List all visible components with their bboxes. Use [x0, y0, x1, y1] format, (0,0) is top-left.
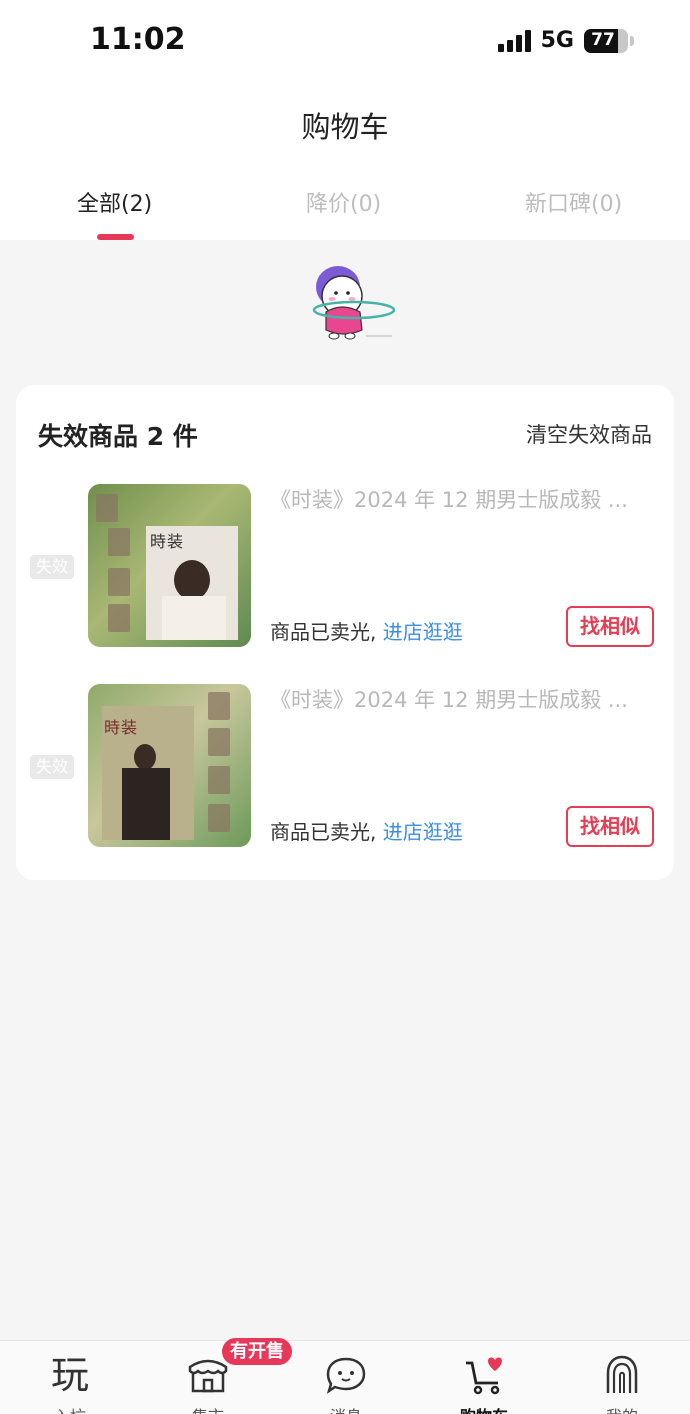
visit-shop-link[interactable]: 进店逛逛 — [383, 820, 463, 844]
product-thumbnail[interactable]: 時装 — [88, 484, 251, 647]
cart-item[interactable]: 失效 時装 《时装》2024 年 12 期男士版成毅 ... 商品已卖光, 进店… — [16, 484, 674, 649]
nav-item-messages[interactable]: 消息 — [296, 1341, 396, 1414]
nav-label: 消息 — [296, 1403, 396, 1414]
expired-tag: 失效 — [30, 555, 74, 579]
nav-item-cart[interactable]: 购物车 — [434, 1341, 534, 1414]
expired-tag: 失效 — [30, 755, 74, 779]
nav-label: 入坑 — [20, 1403, 120, 1414]
bottom-nav-bar: 玩 入坑 集市 消息 购物车 我的 — [0, 1340, 690, 1414]
mascot-hula-hoop-illustration — [312, 266, 396, 340]
top-header-area: 11:02 5G 77 购物车 全部(2) 降价(0) 新口碑(0) — [0, 0, 690, 240]
product-title[interactable]: 《时装》2024 年 12 期男士版成毅 ... — [270, 484, 650, 514]
tab-bar: 全部(2) 降价(0) 新口碑(0) — [0, 186, 690, 240]
invalid-items-title: 失效商品 2 件 — [38, 422, 198, 451]
tab-price-drop[interactable]: 降价(0) — [306, 186, 381, 218]
sold-out-text: 商品已卖光, — [270, 620, 377, 644]
status-time: 11:02 — [90, 22, 186, 57]
product-title[interactable]: 《时装》2024 年 12 期男士版成毅 ... — [270, 684, 650, 714]
active-tab-indicator — [97, 234, 134, 240]
nav-item-mine[interactable]: 我的 — [572, 1341, 672, 1414]
find-similar-button[interactable]: 找相似 — [566, 806, 654, 847]
battery-tip — [630, 35, 634, 46]
message-bubble-icon — [326, 1357, 366, 1394]
visit-shop-link[interactable]: 进店逛逛 — [383, 620, 463, 644]
sold-out-message: 商品已卖光, 进店逛逛 — [270, 616, 463, 645]
cart-item[interactable]: 失效 時装 《时装》2024 年 12 期男士版成毅 ... 商品已卖光, 进店… — [16, 684, 674, 849]
play-char-icon: 玩 — [50, 1353, 89, 1397]
sold-out-message: 商品已卖光, 进店逛逛 — [270, 816, 463, 845]
nav-label: 我的 — [572, 1403, 672, 1414]
sold-out-text: 商品已卖光, — [270, 820, 377, 844]
market-stall-icon — [188, 1359, 228, 1393]
clear-invalid-button[interactable]: 清空失效商品 — [526, 419, 652, 449]
signal-icon — [497, 29, 531, 52]
fingerprint-icon — [606, 1355, 638, 1393]
invalid-items-card: 失效商品 2 件 清空失效商品 失效 時装 《时装》2024 年 12 期男士版… — [16, 385, 674, 880]
page-title: 购物车 — [301, 110, 389, 144]
nav-item-play[interactable]: 玩 入坑 — [20, 1341, 120, 1414]
status-indicators: 5G 77 — [497, 28, 634, 53]
tab-new-reviews[interactable]: 新口碑(0) — [525, 186, 622, 218]
tab-all[interactable]: 全部(2) — [77, 186, 152, 218]
product-thumbnail[interactable]: 時装 — [88, 684, 251, 847]
battery-level: 77 — [591, 29, 615, 50]
on-sale-badge: 有开售 — [222, 1338, 292, 1365]
nav-label: 购物车 — [434, 1403, 534, 1414]
shopping-cart-heart-icon — [466, 1357, 502, 1395]
nav-label: 集市 — [158, 1403, 258, 1414]
find-similar-button[interactable]: 找相似 — [566, 606, 654, 647]
network-type: 5G — [540, 28, 574, 53]
battery-icon: 77 — [584, 28, 628, 53]
